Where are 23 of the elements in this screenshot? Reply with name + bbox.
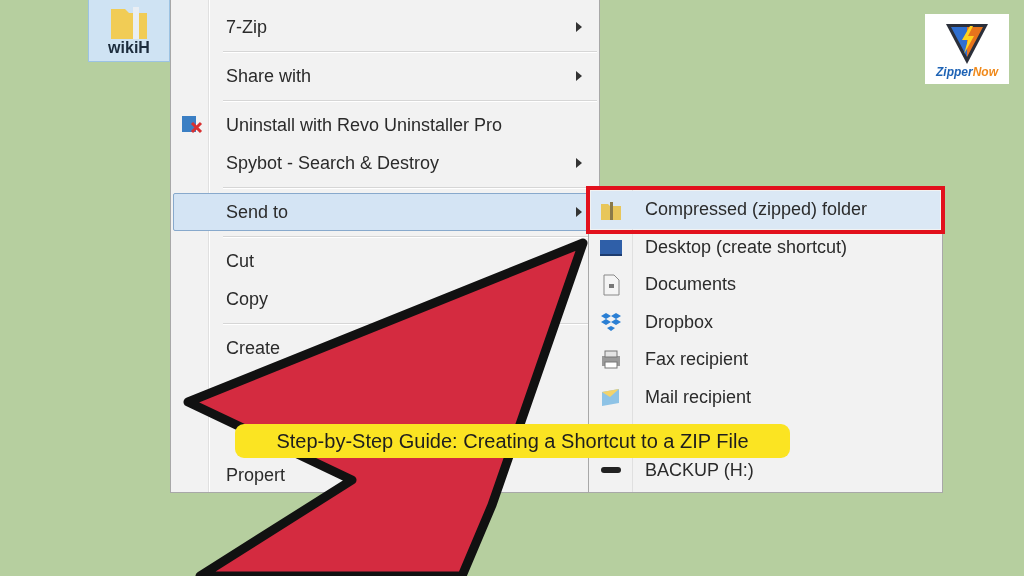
folder-label: wikiH — [108, 39, 150, 57]
drive-icon — [601, 467, 621, 474]
menu-item[interactable]: Dropbox — [591, 303, 940, 341]
menu-item[interactable]: Copy — [173, 280, 274, 318]
menu-item[interactable]: Create — [173, 329, 286, 367]
caret-icon — [576, 22, 582, 32]
menu-item[interactable]: Mail recipient — [591, 378, 940, 416]
menu-item[interactable]: Uninstall with Revo Uninstaller Pro — [173, 106, 508, 144]
caret-icon — [576, 71, 582, 81]
menu-item[interactable]: Desktop (create shortcut) — [591, 228, 940, 266]
menu-item[interactable]: Spybot - Search & Destroy — [173, 144, 597, 182]
caret-icon — [576, 158, 582, 168]
menu-item[interactable]: Fax recipient — [591, 341, 940, 379]
desktop-folder-item[interactable]: wikiH — [88, 0, 170, 62]
menu-item[interactable]: Documents — [591, 266, 940, 304]
menu-item[interactable]: Propert — [173, 460, 291, 490]
logo-text: ZipperNow — [936, 64, 998, 79]
printer-icon — [599, 347, 623, 372]
caption-banner: Step-by-Step Guide: Creating a Shortcut to a ZIP File — [235, 424, 790, 458]
menu-item[interactable]: Cut — [173, 242, 259, 280]
menu-item[interactable]: 7-Zip — [173, 8, 597, 46]
caret-icon — [576, 207, 582, 217]
menu-item[interactable]: Share with — [173, 57, 597, 95]
